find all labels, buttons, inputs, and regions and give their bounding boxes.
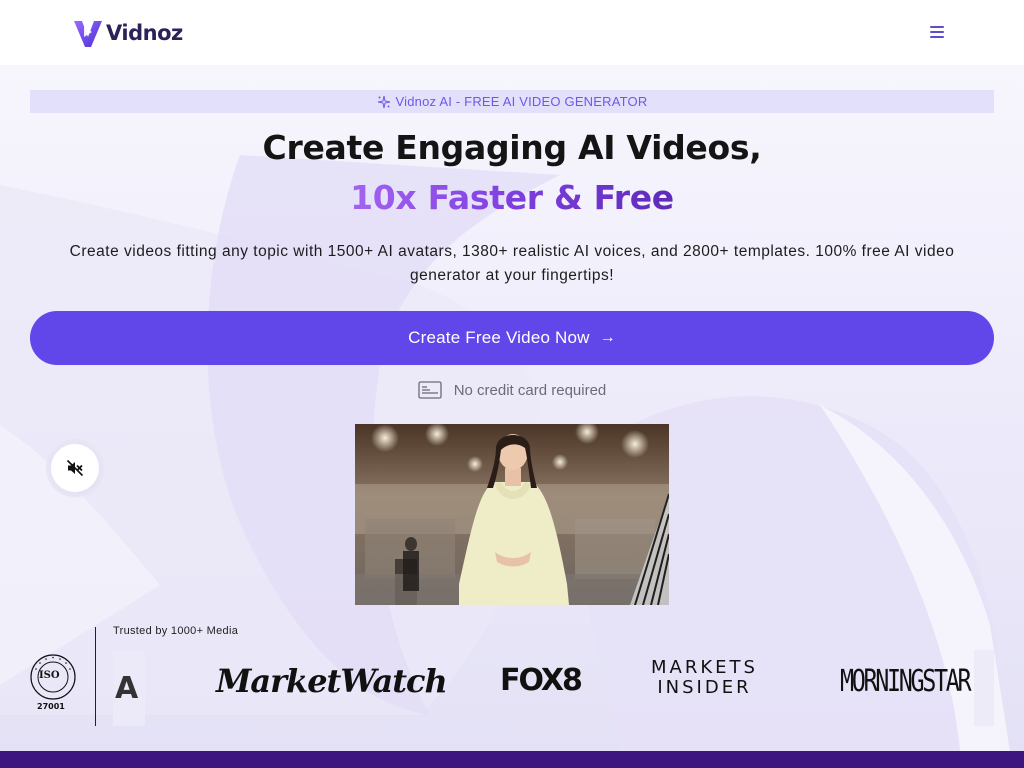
hero-title-highlight-text: 10x Faster & Free	[350, 178, 674, 217]
sparkle-icon	[377, 95, 390, 108]
hero-title-highlight: 10x Faster & Free	[0, 178, 1024, 217]
hero-subtitle: Create videos fitting any topic with 150…	[69, 243, 955, 284]
trusted-label: Trusted by 1000+ Media	[113, 625, 239, 637]
hero-title: Create Engaging AI Videos,	[262, 128, 762, 167]
ai-avatar-video-preview[interactable]	[355, 424, 669, 605]
mute-toggle-button[interactable]	[51, 444, 99, 492]
arrow-right-icon: →	[599, 329, 616, 346]
logo-text: Vidnoz	[106, 21, 183, 45]
markets-insider-line1: MARKETS	[651, 657, 758, 678]
trusted-divider	[95, 627, 96, 726]
iso-number: 27001	[37, 702, 65, 711]
footer-strip	[0, 751, 1024, 768]
iso-label: ISO	[39, 670, 60, 681]
markets-insider-logo: MARKETS INSIDER	[651, 658, 758, 698]
vidnoz-logo[interactable]: Vidnoz	[72, 16, 183, 50]
badge-text: Vidnoz AI - FREE AI VIDEO GENERATOR	[395, 94, 648, 109]
morningstar-logo: MORNINGSTAR	[840, 664, 972, 699]
partial-media-logo: A	[113, 650, 145, 726]
marketwatch-logo: MarketWatch	[216, 662, 448, 700]
no-credit-card-note: No credit card required	[0, 380, 1024, 400]
no-credit-card-text: No credit card required	[453, 381, 607, 399]
markets-insider-line2: INSIDER	[657, 677, 752, 698]
fox8-logo: FOX8	[500, 663, 583, 698]
media-logo-carousel: A MarketWatch FOX8 MARKETS INSIDER MORNI…	[113, 650, 994, 726]
trusted-media-section: ISO 27001 Trusted by 1000+ Media A Marke…	[0, 620, 1024, 735]
muted-speaker-icon	[66, 459, 84, 477]
generator-badge: Vidnoz AI - FREE AI VIDEO GENERATOR	[30, 90, 994, 113]
carousel-fade	[974, 650, 994, 726]
vidnoz-logo-icon	[74, 21, 102, 47]
create-free-video-button[interactable]: Create Free Video Now →	[30, 311, 994, 365]
hamburger-menu-icon[interactable]	[926, 24, 948, 42]
credit-card-icon	[418, 381, 442, 399]
site-header: Vidnoz	[0, 0, 1024, 65]
cta-label: Create Free Video Now	[408, 328, 590, 347]
avatar-video-frame	[355, 424, 669, 605]
